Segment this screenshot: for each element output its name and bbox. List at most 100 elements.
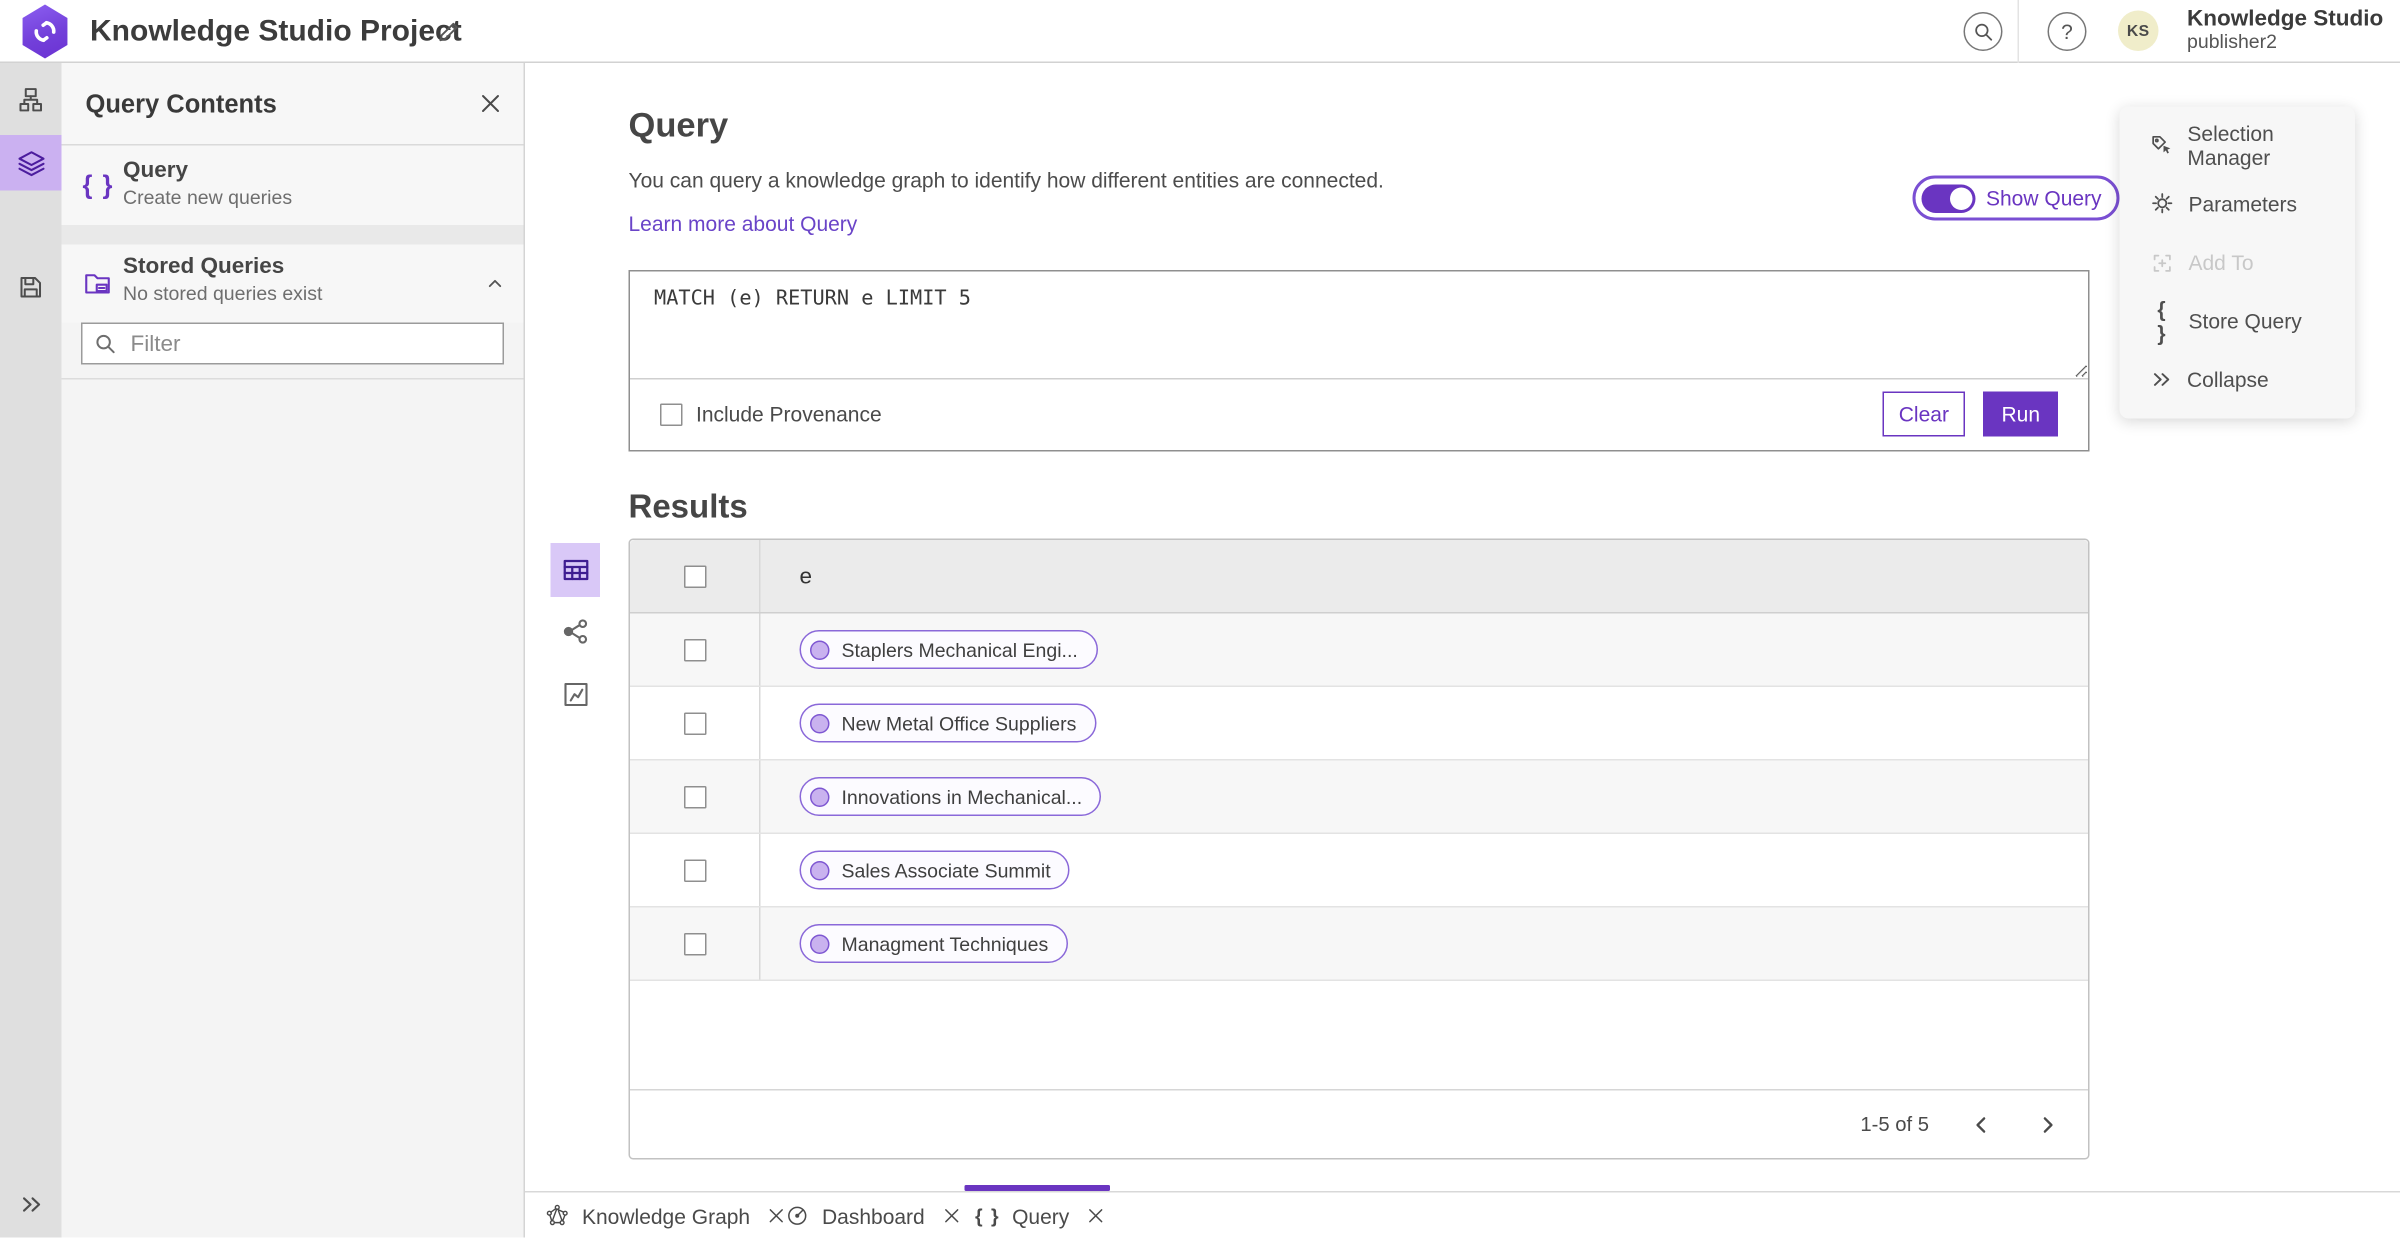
double-chevron-right-icon — [2150, 368, 2174, 392]
entity-dot-icon — [810, 713, 830, 733]
row-value-cell: Innovations in Mechanical... — [761, 761, 2089, 833]
close-icon — [768, 1208, 785, 1225]
parameters-button[interactable]: Parameters — [2120, 174, 2356, 233]
row-checkbox-cell — [630, 834, 761, 906]
row-checkbox[interactable] — [683, 638, 706, 661]
tab-knowledge-graph[interactable]: Knowledge Graph — [545, 1193, 785, 1239]
store-query-button[interactable]: { } Store Query — [2120, 292, 2356, 351]
entity-dot-icon — [810, 934, 830, 954]
edit-title-button[interactable] — [432, 15, 465, 48]
close-icon — [480, 93, 501, 114]
chevron-left-icon — [1971, 1114, 1992, 1135]
collapse-panel-button[interactable]: Collapse — [2120, 351, 2356, 410]
dashboard-gauge-icon — [785, 1203, 811, 1229]
entity-label: New Metal Office Suppliers — [842, 712, 1077, 735]
filter-field — [81, 323, 504, 365]
double-chevron-right-icon — [17, 1190, 44, 1217]
tab-query-active[interactable]: { } Query — [975, 1193, 1104, 1239]
folder-icon — [83, 269, 113, 299]
panel-item-query[interactable]: { } Query Create new queries — [62, 146, 524, 226]
entity-dot-icon — [810, 640, 830, 660]
close-tab-button[interactable] — [1087, 1208, 1104, 1225]
entity-dot-icon — [810, 860, 830, 880]
row-checkbox-cell — [630, 761, 761, 833]
hierarchy-icon — [17, 86, 46, 115]
add-to-button-disabled: Add To — [2120, 233, 2356, 292]
filter-search-icon — [93, 332, 119, 358]
user-name: Knowledge Studio — [2187, 8, 2383, 32]
tab-label: Query — [1012, 1204, 1069, 1228]
close-tab-button[interactable] — [943, 1208, 960, 1225]
avatar-initials: KS — [2127, 22, 2150, 40]
row-value-cell: Staplers Mechanical Engi... — [761, 614, 2089, 686]
pencil-icon — [435, 18, 462, 45]
include-provenance-checkbox[interactable] — [660, 403, 683, 426]
panel-close-button[interactable] — [476, 89, 506, 119]
gear-icon — [2150, 191, 2176, 217]
table-view-icon — [560, 555, 590, 585]
row-checkbox[interactable] — [683, 785, 706, 808]
entity-pill[interactable]: Managment Techniques — [800, 924, 1068, 963]
entity-pill[interactable]: Staplers Mechanical Engi... — [800, 630, 1098, 669]
view-table-button[interactable] — [551, 543, 601, 597]
selection-manager-label: Selection Manager — [2187, 121, 2355, 169]
panel-item-stored-queries[interactable]: Stored Queries No stored queries exist — [62, 245, 524, 323]
close-tab-button[interactable] — [768, 1208, 785, 1225]
previous-page-button[interactable] — [1968, 1111, 1995, 1138]
table-row: Sales Associate Summit — [630, 834, 2088, 908]
clear-button[interactable]: Clear — [1882, 392, 1965, 437]
question-mark-icon: ? — [2061, 20, 2073, 44]
run-button[interactable]: Run — [1983, 392, 2058, 437]
rail-expand-button[interactable] — [0, 1176, 62, 1232]
row-value-cell: Managment Techniques — [761, 908, 2089, 980]
show-query-toggle[interactable]: Show Query — [1913, 176, 2120, 221]
entity-dot-icon — [810, 787, 830, 807]
braces-icon: { } — [83, 170, 114, 200]
link-chart-icon — [560, 617, 590, 647]
user-info: Knowledge Studio publisher2 — [2187, 8, 2383, 53]
project-title: Knowledge Studio Project — [90, 0, 462, 63]
table-row: New Metal Office Suppliers — [630, 687, 2088, 761]
table-row: Innovations in Mechanical... — [630, 761, 2088, 835]
filter-input[interactable] — [128, 324, 500, 363]
store-query-label: Store Query — [2189, 309, 2302, 333]
add-to-icon — [2150, 250, 2176, 276]
rail-item-layers-active[interactable] — [0, 135, 62, 191]
row-checkbox-cell — [630, 614, 761, 686]
user-avatar[interactable]: KS — [2118, 11, 2159, 52]
query-contents-panel: Query Contents { } Query Create new quer… — [62, 63, 526, 1238]
tab-label: Knowledge Graph — [582, 1204, 750, 1228]
save-icon — [17, 273, 46, 302]
next-page-button[interactable] — [2034, 1111, 2061, 1138]
tab-dashboard[interactable]: Dashboard — [785, 1193, 960, 1239]
row-checkbox[interactable] — [683, 712, 706, 735]
rail-item-project-hierarchy[interactable] — [0, 72, 62, 128]
knowledge-studio-logo-icon — [20, 5, 71, 59]
selection-manager-button[interactable]: Selection Manager — [2120, 116, 2356, 175]
select-all-checkbox[interactable] — [683, 565, 706, 588]
row-checkbox[interactable] — [683, 932, 706, 955]
add-to-label: Add To — [2189, 251, 2254, 275]
help-button[interactable]: ? — [2048, 12, 2087, 51]
braces-icon: { } — [975, 1205, 1000, 1228]
row-checkbox[interactable] — [683, 859, 706, 882]
pagination-range: 1-5 of 5 — [1860, 1113, 1929, 1136]
results-heading: Results — [629, 488, 748, 527]
entity-pill[interactable]: Sales Associate Summit — [800, 851, 1071, 890]
entity-pill[interactable]: New Metal Office Suppliers — [800, 704, 1096, 743]
learn-more-link[interactable]: Learn more about Query — [629, 212, 858, 236]
view-graph-button[interactable] — [551, 605, 601, 659]
entity-pill[interactable]: Innovations in Mechanical... — [800, 777, 1102, 816]
app-logo[interactable] — [20, 5, 71, 59]
query-editor-input[interactable]: MATCH (e) RETURN e LIMIT 5 — [630, 272, 2088, 380]
topbar: Knowledge Studio Project ? KS Knowledge … — [0, 0, 2400, 63]
row-value-cell: Sales Associate Summit — [761, 834, 2089, 906]
collapse-section-button[interactable] — [485, 273, 506, 294]
row-checkbox-cell — [630, 687, 761, 759]
include-provenance-label: Include Provenance — [696, 402, 882, 426]
search-button[interactable] — [1964, 12, 2003, 51]
left-icon-rail — [0, 63, 62, 1238]
rail-item-save[interactable] — [0, 260, 62, 316]
chart-view-icon — [560, 680, 590, 710]
view-chart-button[interactable] — [551, 668, 601, 722]
